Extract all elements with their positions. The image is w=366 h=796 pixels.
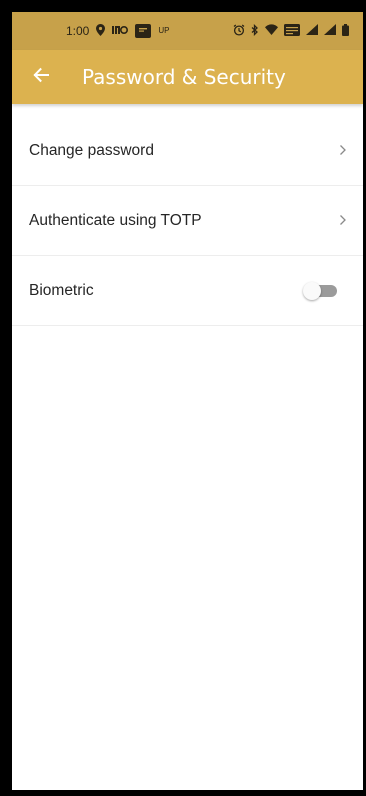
- settings-list: Change password Authenticate using TOTP …: [12, 116, 363, 326]
- up-icon: UP: [158, 26, 170, 35]
- wifi-icon: [265, 24, 278, 38]
- toggle-thumb: [303, 282, 321, 300]
- signal-icon: [306, 24, 318, 38]
- pay-icon: [135, 24, 152, 38]
- change-password-label: Change password: [29, 141, 154, 159]
- signal-icon: [324, 24, 336, 38]
- status-bar-left: 1:00 UP: [66, 12, 169, 50]
- authenticate-totp-item[interactable]: Authenticate using TOTP: [12, 186, 363, 256]
- indo-icon: [112, 24, 129, 38]
- phone-screen: 1:00 UP Password & Security Change passw…: [12, 12, 363, 790]
- page-title: Password & Security: [82, 65, 286, 89]
- back-button[interactable]: [28, 64, 54, 90]
- change-password-item[interactable]: Change password: [12, 116, 363, 186]
- volte-icon: [284, 23, 300, 39]
- authenticate-totp-label: Authenticate using TOTP: [29, 211, 202, 229]
- chevron-right-icon: [337, 143, 349, 157]
- biometric-label: Biometric: [29, 281, 94, 299]
- status-bar: 1:00 UP: [12, 12, 363, 50]
- status-time: 1:00: [66, 24, 90, 38]
- arrow-left-icon: [31, 65, 51, 90]
- biometric-item: Biometric: [12, 256, 363, 326]
- app-bar: Password & Security: [12, 50, 363, 104]
- location-icon: [96, 23, 106, 39]
- battery-icon: [342, 23, 349, 39]
- bluetooth-icon: [251, 23, 259, 39]
- alarm-icon: [233, 24, 245, 39]
- biometric-toggle[interactable]: [303, 282, 337, 300]
- chevron-right-icon: [337, 213, 349, 227]
- status-bar-right: [233, 12, 349, 50]
